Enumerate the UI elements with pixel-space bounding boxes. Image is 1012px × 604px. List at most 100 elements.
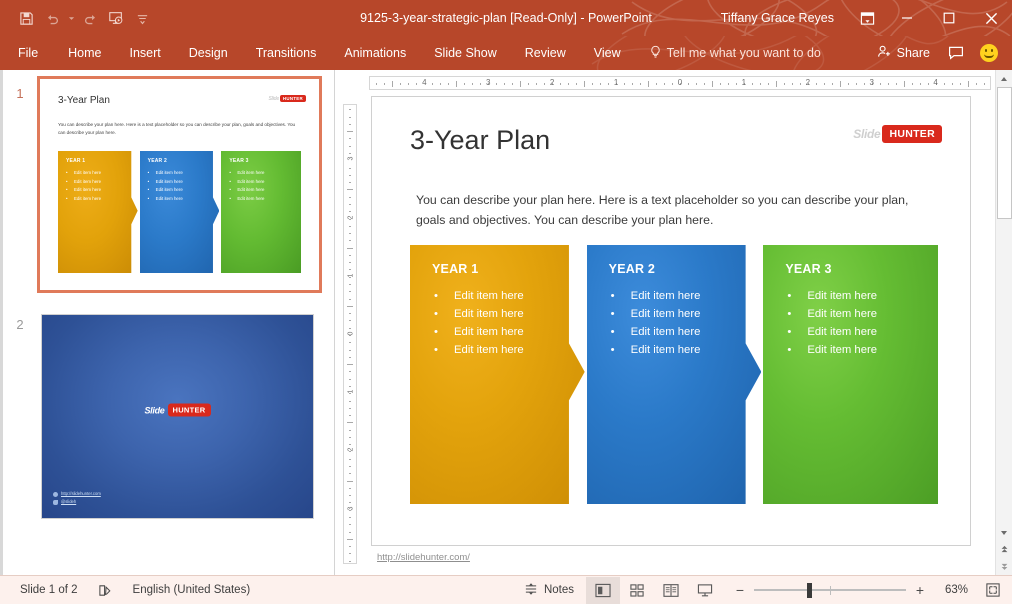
thumbnail-row-2[interactable]: 2 Slide HUNTER http://slidehunter.com @s… <box>3 293 334 519</box>
thumb2-twitter-text: @slideh <box>61 499 77 505</box>
slide-sorter-view-button[interactable] <box>620 577 654 604</box>
feedback-smiley-icon[interactable] <box>980 44 998 62</box>
vertical-ruler[interactable]: 3210123 <box>343 104 357 564</box>
account-name[interactable]: Tiffany Grace Reyes <box>721 11 848 25</box>
thumbnail-number-1: 1 <box>16 86 24 101</box>
thumbnail-row-1[interactable]: 1 3-Year Plan Slide HUNTER You can descr… <box>3 70 334 293</box>
list-item: Edit item here <box>785 323 877 341</box>
ruler-tick <box>887 83 889 85</box>
ribbon-display-options-icon[interactable] <box>848 2 886 34</box>
ribbon-tabs: File Home Insert Design Transitions Anim… <box>0 36 635 70</box>
slide-counter[interactable]: Slide 1 of 2 <box>10 584 88 596</box>
undo-icon[interactable] <box>40 6 64 30</box>
notes-button[interactable]: Notes <box>512 582 586 599</box>
column-year1[interactable]: YEAR 1 Edit item here Edit item here Edi… <box>410 245 585 504</box>
slide-show-button[interactable] <box>688 577 722 604</box>
ruler-tick <box>600 83 602 85</box>
slide-title[interactable]: 3-Year Plan <box>410 125 550 156</box>
ruler-tick <box>349 458 351 460</box>
column-year2-shape <box>586 245 762 504</box>
language-indicator[interactable]: English (United States) <box>123 584 261 596</box>
comments-icon[interactable] <box>940 45 972 61</box>
zoom-out-button[interactable]: − <box>732 582 748 598</box>
ruler-tick <box>347 247 353 249</box>
ruler-tick <box>349 516 351 518</box>
spelling-check-icon[interactable] <box>88 583 123 598</box>
tab-review[interactable]: Review <box>511 36 580 70</box>
list-item: Edit item here <box>229 178 264 187</box>
horizontal-ruler[interactable]: 4 3 2 1 0 1 2 3 4 <box>369 76 991 90</box>
reading-view-button[interactable] <box>654 577 688 604</box>
ruler-tick <box>624 83 626 85</box>
ruler-label: 1 <box>741 78 747 87</box>
ruler-tick <box>632 83 634 85</box>
zoom-percentage[interactable]: 63% <box>934 584 974 596</box>
ruler-tick <box>640 83 642 85</box>
status-bar-right: Notes − + 63% <box>512 576 1012 604</box>
tab-file[interactable]: File <box>0 36 54 70</box>
tab-view[interactable]: View <box>580 36 635 70</box>
tell-me-search[interactable]: Tell me what you want to do <box>649 45 821 62</box>
fit-to-window-button[interactable] <box>980 577 1006 604</box>
ruler-label: 4 <box>933 78 938 87</box>
zoom-slider[interactable] <box>754 577 906 604</box>
workspace: 1 3-Year Plan Slide HUNTER You can descr… <box>0 70 1012 575</box>
slide-paragraph[interactable]: You can describe your plan here. Here is… <box>416 191 932 231</box>
close-icon[interactable] <box>970 2 1012 34</box>
ruler-tick <box>879 83 881 85</box>
column-year3[interactable]: YEAR 3 Edit item here Edit item here Edi… <box>763 245 939 504</box>
tab-transitions[interactable]: Transitions <box>242 36 331 70</box>
ruler-tick <box>536 83 538 85</box>
previous-slide-icon[interactable] <box>995 541 1012 558</box>
save-icon[interactable] <box>14 6 38 30</box>
ruler-tick <box>349 531 351 533</box>
tab-animations[interactable]: Animations <box>330 36 420 70</box>
ruler-tick <box>349 196 351 198</box>
maximize-icon[interactable] <box>928 2 970 34</box>
ruler-tick <box>839 81 841 87</box>
minimize-icon[interactable] <box>886 2 928 34</box>
thumb-year2-heading: YEAR 2 <box>147 158 167 164</box>
redo-icon[interactable] <box>78 6 102 30</box>
scrollbar-thumb[interactable] <box>996 87 1012 219</box>
scrollbar-track[interactable] <box>995 87 1012 524</box>
horizontal-ruler-area: 4 3 2 1 0 1 2 3 4 <box>365 70 995 96</box>
column-year2[interactable]: YEAR 2 Edit item here Edit item here Edi… <box>586 245 762 504</box>
globe-icon <box>53 491 58 497</box>
list-item: Edit item here <box>229 195 264 204</box>
thumbnail-2[interactable]: Slide HUNTER http://slidehunter.com @sli… <box>41 314 314 519</box>
next-slide-icon[interactable] <box>995 558 1012 575</box>
slide-editor-area[interactable]: 3-Year Plan Slide HUNTER You can describ… <box>365 96 995 575</box>
scroll-up-icon[interactable] <box>995 70 1012 87</box>
zoom-in-button[interactable]: + <box>912 582 928 598</box>
share-button[interactable]: Share <box>869 44 938 62</box>
ruler-label: 0 <box>347 331 355 336</box>
scroll-down-icon[interactable] <box>995 524 1012 541</box>
thumbnail-1[interactable]: 3-Year Plan Slide HUNTER You can describ… <box>37 76 322 293</box>
ruler-tick <box>347 422 353 424</box>
ruler-tick <box>520 81 522 87</box>
tab-insert[interactable]: Insert <box>116 36 175 70</box>
ruler-tick <box>727 83 729 85</box>
ruler-tick <box>349 495 351 497</box>
start-presentation-icon[interactable] <box>104 6 128 30</box>
vertical-scrollbar[interactable] <box>995 70 1012 575</box>
list-item: Edit item here <box>66 195 101 204</box>
slide-source-url[interactable]: http://slidehunter.com/ <box>377 552 470 563</box>
tab-design[interactable]: Design <box>175 36 242 70</box>
undo-dropdown-icon[interactable] <box>66 6 76 30</box>
ruler-label: 3 <box>347 506 355 511</box>
zoom-slider-thumb[interactable] <box>807 582 812 598</box>
list-item: Edit item here <box>609 323 701 341</box>
normal-view-button[interactable] <box>586 576 620 604</box>
ruler-tick <box>349 298 351 300</box>
ruler-tick <box>440 83 442 85</box>
logo-slide-word: Slide <box>853 127 881 141</box>
tab-slide-show[interactable]: Slide Show <box>420 36 511 70</box>
slide-thumbnail-pane[interactable]: 1 3-Year Plan Slide HUNTER You can descr… <box>3 70 335 575</box>
current-slide[interactable]: 3-Year Plan Slide HUNTER You can describ… <box>371 96 971 546</box>
column-year3-heading: YEAR 3 <box>785 262 832 276</box>
logo-slide-word: Slide <box>144 405 165 416</box>
tab-home[interactable]: Home <box>54 36 115 70</box>
customize-qat-icon[interactable] <box>130 6 154 30</box>
